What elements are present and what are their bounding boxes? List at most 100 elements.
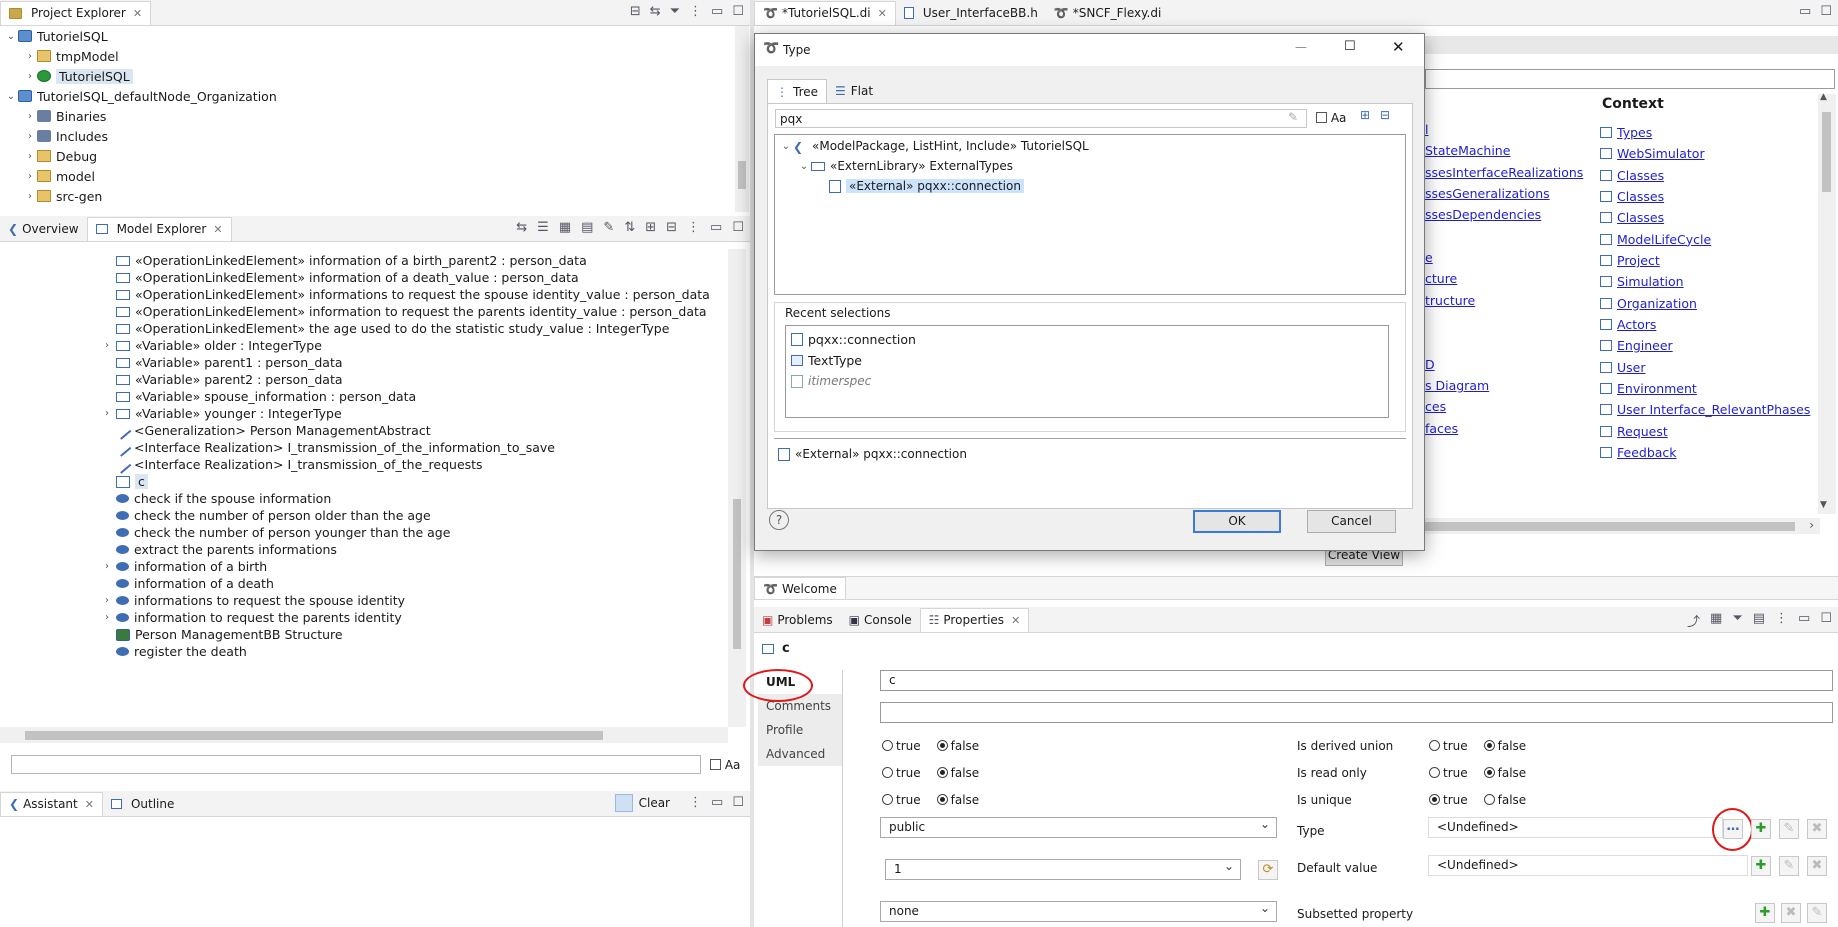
chevron-right-icon[interactable]: › (23, 171, 37, 182)
recent-item[interactable]: pqxx::connection (791, 329, 916, 349)
edit-subsetted-button[interactable]: ✎ (1807, 903, 1827, 923)
tab-overview[interactable]: ❮ Overview (0, 217, 87, 241)
project-explorer-scrollbar[interactable] (735, 26, 749, 212)
list-item[interactable]: <Interface Realization> I_transmission_o… (0, 455, 483, 474)
tree-node[interactable]: ⌄ «ExternLibrary» ExternalTypes (775, 156, 1013, 176)
multiplicity-select[interactable]: 1 (885, 859, 1241, 880)
collapse-all-icon[interactable]: ⊟ (1380, 108, 1390, 122)
edit-default-button[interactable]: ✎ (1779, 856, 1799, 876)
list-item[interactable]: «Variable» parent1 : person_data (0, 354, 343, 371)
radio-true[interactable]: true (1429, 766, 1468, 780)
aggregation-select[interactable]: none (880, 901, 1277, 922)
close-icon[interactable]: ✕ (878, 7, 887, 20)
clear-search-icon[interactable]: ✎ (1288, 110, 1298, 124)
list-item[interactable]: «OperationLinkedElement» the age used to… (0, 320, 669, 337)
ok-button[interactable]: OK (1193, 510, 1281, 533)
tab-sncf-flexy-di[interactable]: ➰ *SNCF_Flexy.di (1046, 1, 1170, 25)
tab-user-interface-h[interactable]: User_InterfaceBB.h (896, 1, 1046, 25)
tree-view-icon[interactable]: ▦ (1710, 611, 1722, 630)
minimize-icon[interactable]: ▭ (1798, 611, 1810, 630)
minimize-icon[interactable]: ▭ (711, 4, 723, 19)
radio-false[interactable]: false (1483, 739, 1526, 753)
radio-true[interactable]: true (882, 739, 921, 753)
close-icon[interactable]: ✕ (85, 798, 94, 811)
list-item[interactable]: check if the spouse information (0, 490, 331, 507)
radio-false[interactable]: false (936, 793, 979, 807)
case-sensitive-checkbox[interactable]: Aa (1316, 111, 1346, 125)
editor-hscrollbar[interactable]: › (1425, 518, 1820, 534)
cancel-button[interactable]: Cancel (1307, 510, 1396, 533)
list-item[interactable]: › «Variable» older : IntegerType (0, 337, 322, 354)
context-link[interactable]: Request (1617, 424, 1668, 439)
context-link[interactable]: User (1617, 360, 1646, 375)
side-tab-advanced[interactable]: Advanced (758, 742, 842, 766)
maximize-icon[interactable]: ☐ (732, 220, 744, 235)
chevron-down-icon[interactable]: ⌄ (4, 91, 18, 102)
collapse-all-icon[interactable]: ⊟ (666, 220, 677, 235)
list-item[interactable]: «OperationLinkedElement» informations to… (0, 286, 710, 303)
chevron-right-icon[interactable]: › (23, 111, 37, 122)
list-item[interactable]: «OperationLinkedElement» information to … (0, 303, 707, 320)
dialog-search-input[interactable]: pqx (775, 109, 1307, 128)
chevron-right-icon[interactable]: › (23, 51, 37, 62)
tab-assistant[interactable]: ❮ Assistant ✕ (0, 791, 103, 816)
edit-type-button[interactable]: ✎ (1779, 819, 1799, 839)
help-icon[interactable]: ? (769, 510, 789, 530)
radio-true[interactable]: true (882, 766, 921, 780)
add-default-button[interactable]: ✚ (1751, 856, 1771, 876)
diagram-link[interactable]: l (1425, 123, 1428, 137)
link-editor-icon[interactable]: ⇆ (650, 4, 661, 19)
tree-node[interactable]: › Binaries (0, 106, 106, 126)
context-link[interactable]: ModelLifeCycle (1617, 232, 1711, 247)
list-item[interactable]: c (0, 473, 148, 490)
remove-type-button[interactable]: ✖ (1807, 819, 1827, 839)
radio-true[interactable]: true (1429, 739, 1468, 753)
tab-project-explorer[interactable]: Project Explorer ✕ (0, 0, 152, 25)
chevron-right-icon[interactable]: › (100, 595, 114, 606)
tab-model-explorer[interactable]: Model Explorer ✕ (86, 216, 232, 241)
radio-false[interactable]: false (1483, 766, 1526, 780)
context-link[interactable]: Engineer (1617, 338, 1673, 353)
add-subsetted-button[interactable]: ✚ (1755, 903, 1775, 923)
collapse-all-icon[interactable]: ⊟ (630, 4, 641, 19)
radio-false[interactable]: false (1483, 793, 1526, 807)
tree-node[interactable]: › Includes (0, 126, 108, 146)
diagram-link[interactable]: e (1425, 250, 1433, 265)
context-link[interactable]: Classes (1617, 210, 1664, 225)
tab-welcome[interactable]: ➰ Welcome (754, 577, 846, 599)
context-link[interactable]: Environment (1617, 381, 1697, 396)
context-link[interactable]: Classes (1617, 189, 1664, 204)
chevron-down-icon[interactable]: ⌄ (797, 161, 811, 172)
layout-icon[interactable]: ▤ (1753, 611, 1765, 630)
link-icon[interactable]: ⇆ (516, 220, 527, 235)
radio-true[interactable]: true (1429, 793, 1468, 807)
diagram-link[interactable]: D (1425, 357, 1435, 372)
expand-all-icon[interactable]: ⊞ (645, 220, 656, 235)
context-link[interactable]: Simulation (1617, 274, 1684, 289)
radio-false[interactable]: false (936, 739, 979, 753)
list-item[interactable]: Person ManagementBB Structure (0, 626, 343, 643)
maximize-icon[interactable]: ☐ (1344, 39, 1356, 54)
diagram-link[interactable]: StateMachine (1425, 143, 1510, 158)
diagram-link[interactable]: s Diagram (1425, 378, 1489, 393)
side-tab-profile[interactable]: Profile (758, 718, 842, 742)
tab-flat[interactable]: ☰ Flat (827, 79, 881, 103)
diagram-link[interactable]: ssesDependencies (1425, 207, 1541, 222)
minimize-icon[interactable]: ▭ (710, 220, 722, 235)
tree-node[interactable]: «External» pqxx::connection (775, 176, 1024, 196)
tab-console[interactable]: ▣ Console (841, 608, 920, 632)
tree-node[interactable]: › src-gen (0, 186, 102, 206)
minimize-icon[interactable]: ▭ (711, 795, 723, 810)
clear-button[interactable]: Clear (614, 794, 670, 812)
chevron-down-icon[interactable]: ⌄ (779, 141, 793, 152)
context-link[interactable]: WebSimulator (1617, 146, 1705, 161)
tree-node[interactable]: › model (0, 166, 95, 186)
model-explorer-filter-input[interactable] (11, 755, 701, 774)
filter-icon[interactable]: ⏷ (670, 4, 680, 19)
default-value-field[interactable]: <Undefined> (1428, 855, 1748, 876)
expand-all-icon[interactable]: ⊞ (1360, 108, 1370, 122)
editor-vscrollbar[interactable]: ▲ ▼ (1818, 92, 1836, 514)
maximize-icon[interactable]: ☐ (732, 795, 744, 810)
list-icon[interactable]: ☰ (537, 220, 549, 235)
radio-true[interactable]: true (882, 793, 921, 807)
